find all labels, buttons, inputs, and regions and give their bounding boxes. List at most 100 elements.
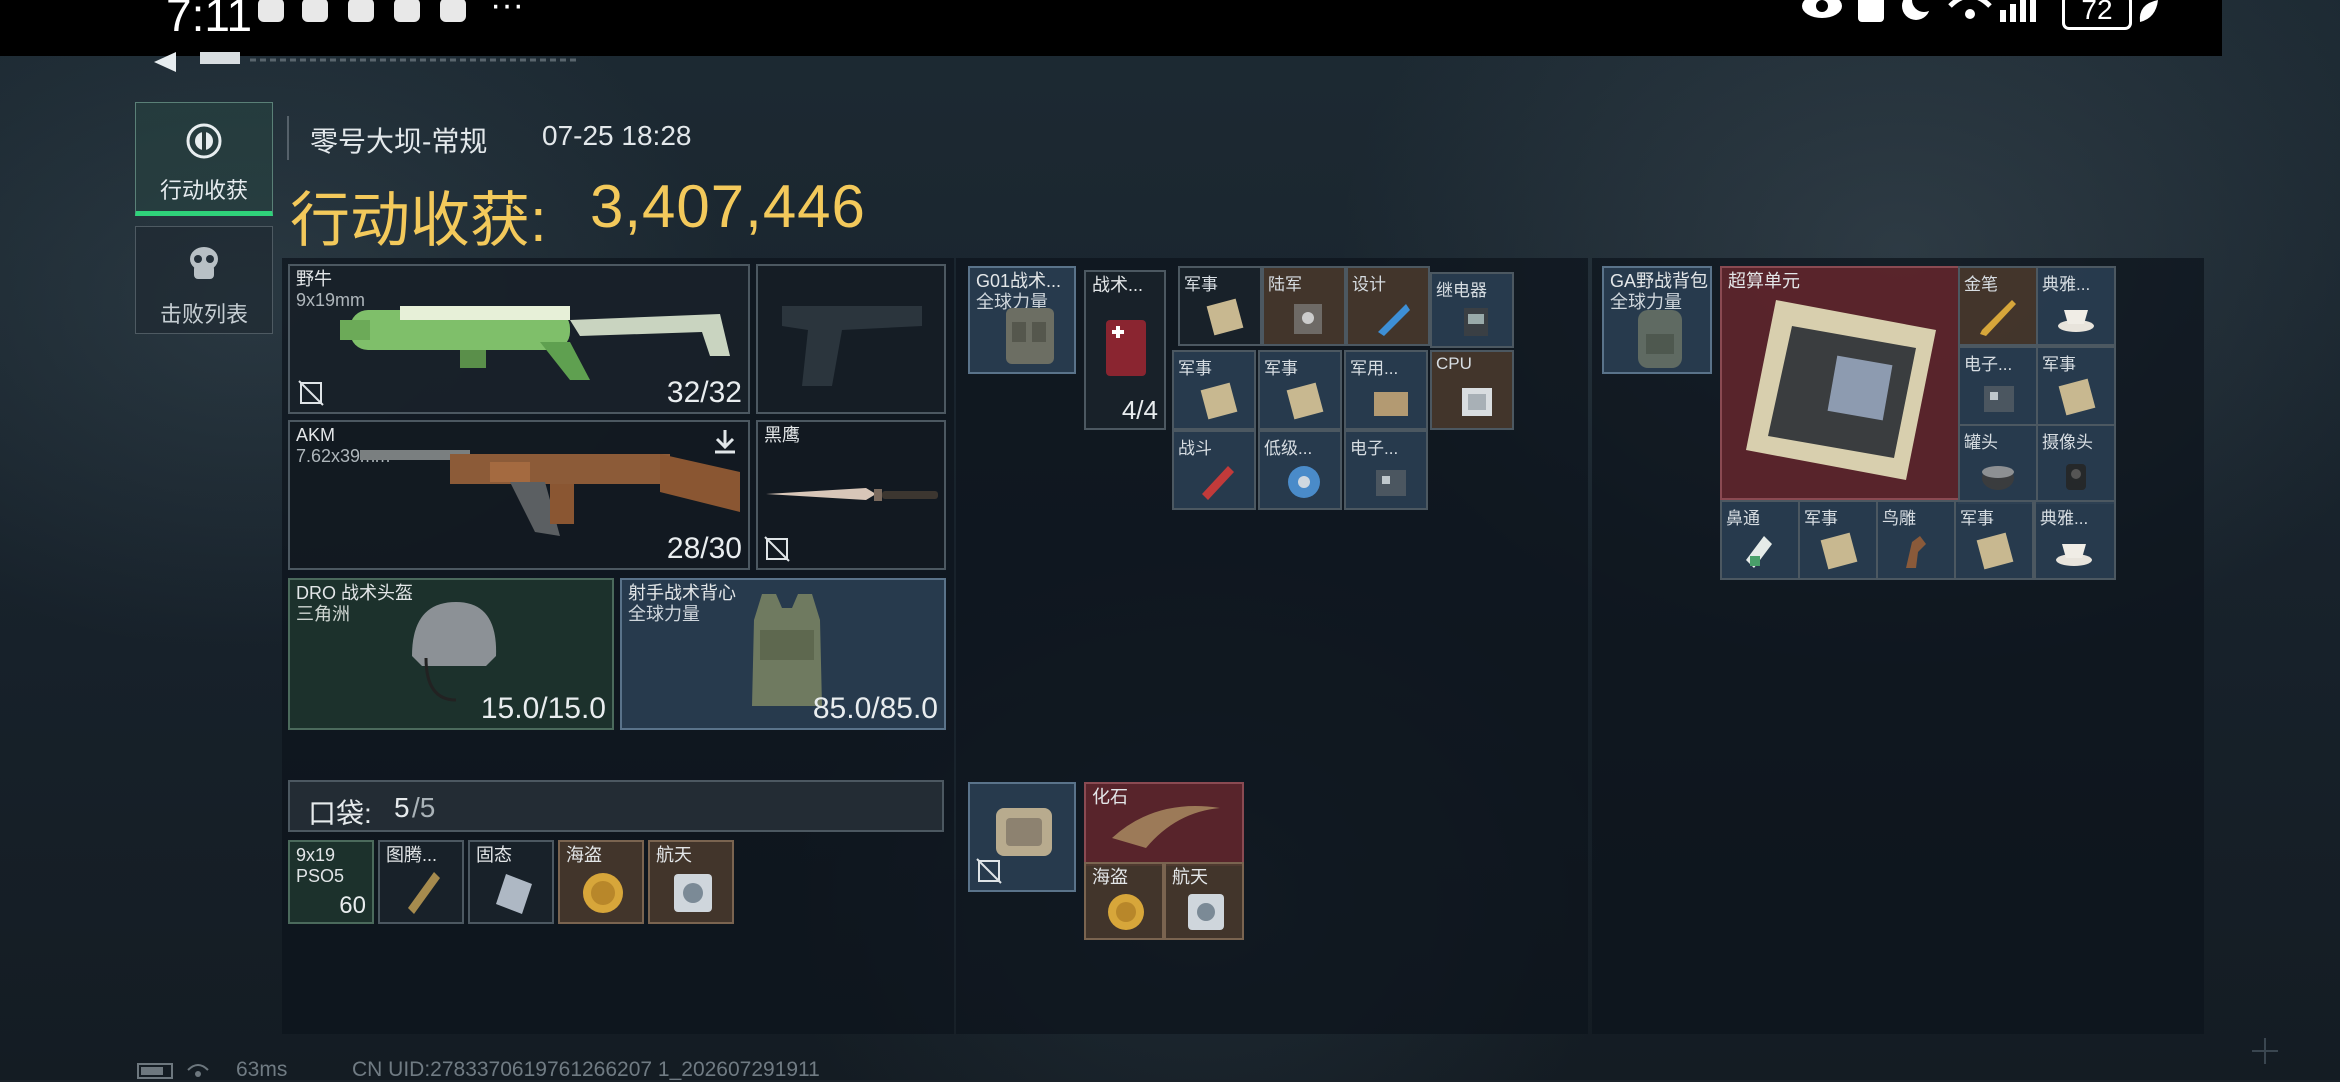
backpack-item[interactable]: 军事: [1954, 500, 2034, 580]
blueprint-icon: [1378, 304, 1410, 336]
rig-item[interactable]: 军事: [1258, 350, 1342, 430]
rig-item[interactable]: 继电器: [1430, 272, 1514, 348]
weapon-name: AKM: [296, 425, 336, 445]
ammo-count: 28/30: [666, 532, 742, 565]
item-name: 鼻通: [1726, 509, 1760, 528]
melee-name: 黑鹰: [764, 425, 800, 445]
pistol-silhouette-icon: [782, 306, 922, 386]
notification-icon: [394, 0, 420, 22]
item-name: 超算单元: [1728, 271, 1800, 291]
clock: 7:11: [166, 0, 253, 41]
skull-icon: [190, 247, 218, 279]
smg-icon: [340, 306, 730, 380]
rig-item[interactable]: 电子...: [1344, 430, 1428, 510]
backpack-item[interactable]: 鼻通: [1720, 500, 1800, 580]
pocket-item[interactable]: 海盗: [558, 840, 644, 924]
backpack-item[interactable]: 典雅...: [2036, 266, 2116, 346]
secondary-weapon-slot[interactable]: AKM 7.62x39mm 28/30: [288, 420, 750, 570]
pocket-item[interactable]: 航天: [648, 840, 734, 924]
backpack-item[interactable]: 超算单元: [1720, 266, 1960, 500]
circuit-board-icon: [1984, 386, 2014, 412]
pocket-label: 口袋:: [308, 798, 372, 829]
item-name: 低级...: [1264, 439, 1313, 458]
safe-item[interactable]: 化石: [1084, 782, 1244, 866]
safe-item[interactable]: 航天: [1164, 862, 1244, 940]
backpack-item[interactable]: 金笔: [1958, 266, 2038, 346]
rig-name: G01战术...: [976, 271, 1062, 291]
melee-slot[interactable]: 黑鹰: [756, 420, 946, 570]
battery-indicator: 72: [2062, 0, 2132, 30]
backpack-item[interactable]: 摄像头: [2036, 424, 2116, 504]
gold-pen-icon: [1980, 300, 2016, 336]
item-name: 鸟雕: [1882, 509, 1916, 528]
separator: [287, 116, 289, 160]
helmet-origin: 三角洲: [296, 604, 350, 624]
primary-weapon-slot[interactable]: 野牛 9x19mm 32/32: [288, 264, 750, 414]
chest-rig-icon: [1006, 308, 1054, 364]
injector-icon: [1202, 466, 1234, 500]
rig-item[interactable]: 战术... 4/4: [1084, 270, 1166, 430]
backpack-item[interactable]: 电子...: [1958, 346, 2038, 426]
helmet-name: DRO 战术头盔: [296, 583, 413, 603]
item-name: 电子...: [1350, 439, 1399, 458]
backpack-slot[interactable]: GA野战背包 全球力量: [1602, 266, 1712, 374]
item-name: 战斗: [1178, 439, 1212, 458]
rig-item[interactable]: 陆军: [1262, 266, 1346, 346]
item-count: 60: [339, 892, 366, 919]
medkit-icon: [1106, 320, 1146, 376]
rig-item[interactable]: 战斗: [1172, 430, 1256, 510]
more-notifications-icon: ···: [490, 0, 524, 24]
rig-item[interactable]: 军事: [1172, 350, 1256, 430]
pocket-header: 口袋: 5 /5: [288, 780, 944, 832]
safe-item[interactable]: 海盗: [1084, 862, 1164, 940]
backpack-item[interactable]: 典雅...: [2034, 500, 2116, 580]
rig-item[interactable]: 设计: [1346, 266, 1430, 346]
totem-icon: [408, 872, 440, 914]
tab-label: 行动收获: [159, 178, 248, 203]
tab-operation-gains[interactable]: 行动收获: [135, 102, 273, 216]
pocket-item[interactable]: 固态: [468, 840, 554, 924]
ping: 63ms: [236, 1058, 288, 1081]
download-icon[interactable]: [712, 428, 738, 454]
backpack-item[interactable]: 鸟雕: [1876, 500, 1956, 580]
chest-rig-slot[interactable]: G01战术... 全球力量: [968, 266, 1076, 374]
helmet-durability: 15.0/15.0: [480, 692, 606, 725]
military-document-icon: [1206, 298, 1244, 336]
backpack-item[interactable]: 军事: [1798, 500, 1878, 580]
aerospace-device-icon: [674, 874, 712, 912]
item-count: 4/4: [1121, 395, 1158, 425]
pistol-slot[interactable]: [756, 264, 946, 414]
item-name: 摄像头: [2042, 433, 2093, 452]
helmet-slot[interactable]: DRO 战术头盔 三角洲 15.0/15.0: [288, 578, 614, 730]
backpack-item[interactable]: 军事: [2036, 346, 2116, 426]
backpack-item[interactable]: 罐头: [1958, 424, 2038, 504]
helmet-icon: [412, 602, 497, 702]
leaf-icon: [2139, 0, 2158, 22]
pocket-item[interactable]: 图腾...: [378, 840, 464, 924]
back-button[interactable]: [140, 52, 580, 72]
item-name: 典雅...: [2040, 509, 2089, 528]
no-insurance-icon: [976, 858, 1002, 884]
tab-defeat-list[interactable]: 击败列表: [135, 226, 273, 334]
item-name: 图腾...: [386, 845, 438, 865]
item-name: 军用...: [1350, 359, 1399, 378]
item-name: 典雅...: [2042, 275, 2091, 294]
circuit-board-icon: [1376, 470, 1406, 496]
safe-box-slot[interactable]: [968, 782, 1076, 892]
notification-icon: [440, 0, 466, 22]
rig-item[interactable]: 军用...: [1344, 350, 1428, 430]
no-insurance-icon: [298, 380, 324, 406]
item-name: CPU: [1436, 354, 1472, 373]
military-document-icon: [1976, 532, 2014, 570]
armor-slot[interactable]: 射手战术背心 全球力量 85.0/85.0: [620, 578, 946, 730]
rig-item[interactable]: CPU: [1430, 350, 1514, 430]
item-name: 海盗: [566, 845, 602, 865]
pocket-capacity: /5: [412, 792, 436, 823]
rig-item[interactable]: 低级...: [1258, 430, 1342, 510]
item-name: 航天: [656, 845, 692, 865]
tape-icon: [1288, 466, 1320, 498]
item-name: 军事: [1264, 359, 1298, 378]
pocket-item[interactable]: 9x19 PSO5 60: [288, 840, 374, 924]
camera-icon: [2066, 464, 2086, 490]
rig-item[interactable]: 军事: [1178, 266, 1262, 346]
